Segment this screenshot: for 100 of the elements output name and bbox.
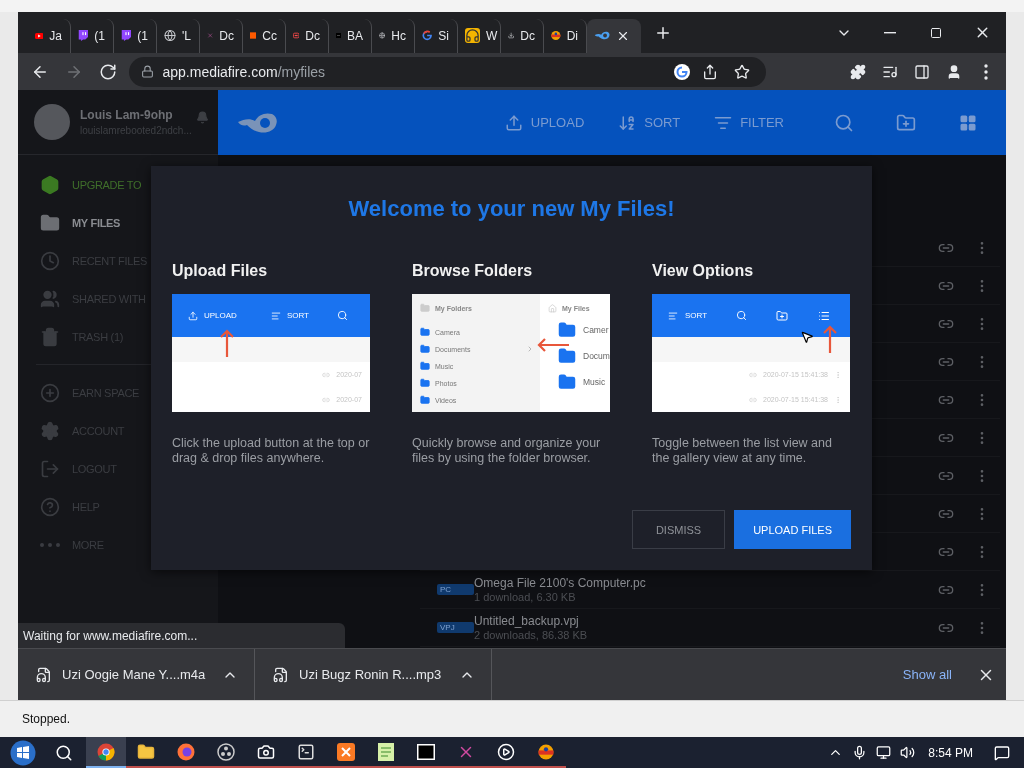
browser-tab[interactable]: Dc — [501, 18, 544, 53]
status-text: Stopped. — [22, 712, 71, 726]
browser-tab[interactable]: (1 — [114, 18, 157, 53]
play-icon — [497, 742, 515, 761]
sort-icon — [270, 310, 281, 321]
pointer-arrow — [536, 338, 570, 352]
windows-start-icon — [10, 739, 36, 766]
dismiss-button[interactable]: DISMISS — [631, 510, 726, 549]
sort-icon — [668, 310, 678, 321]
side-panel-icon — [914, 63, 930, 80]
address-bar[interactable]: app.mediafire.com/myfiles — [129, 56, 766, 87]
maximize-icon — [930, 26, 942, 39]
browser-tab[interactable] — [587, 18, 641, 53]
more-icon — [40, 543, 60, 547]
volume-icon[interactable] — [900, 745, 916, 760]
sidebar-item[interactable]: MY FILES — [18, 204, 218, 242]
feature-description: Click the upload button at the top or drag & drop files anywhere. — [172, 436, 370, 466]
file-meta: 1 download, 6.30 KB — [474, 591, 577, 603]
feature-description: Quickly browse and organize your files by using the folder browser. — [412, 436, 602, 466]
reload-icon — [98, 62, 117, 81]
sort-icon — [618, 113, 637, 132]
avatar — [34, 104, 70, 140]
search-icon — [834, 112, 854, 133]
headphones-icon — [465, 28, 480, 43]
search-icon — [55, 743, 73, 762]
lock-icon — [141, 65, 155, 78]
browser-tab[interactable]: (1 — [71, 18, 114, 53]
preview-label: SORT — [286, 311, 309, 320]
chat-icon — [121, 28, 132, 43]
notification-icon[interactable] — [994, 744, 1010, 761]
camera-icon — [257, 742, 275, 761]
pointer-arrow — [220, 328, 234, 358]
file-type-badge: PC — [437, 584, 474, 595]
hexagon-icon — [40, 175, 60, 195]
browser-tab[interactable]: W — [458, 18, 501, 53]
clock-icon — [40, 251, 60, 271]
preview-label: SORT — [685, 311, 708, 320]
dialog-title: Welcome to your new My Files! — [347, 196, 676, 222]
feature-heading: Browse Folders — [412, 262, 534, 280]
upload-icon — [504, 113, 523, 132]
browser-tab[interactable]: Hc — [372, 18, 415, 53]
upload-files-button[interactable]: UPLOAD FILES — [734, 510, 851, 549]
show-all-link[interactable]: Show all — [902, 667, 952, 682]
flame-logo — [594, 30, 610, 41]
search-icon — [337, 310, 348, 321]
link-icon — [322, 370, 331, 379]
feature-heading: View Options — [652, 262, 755, 280]
xampp-icon — [337, 742, 355, 761]
puzzle-icon — [850, 63, 866, 80]
share-icon — [702, 63, 718, 80]
g-logo-icon — [422, 28, 433, 43]
folder-icon — [558, 347, 576, 365]
clock-time[interactable]: 8:54 PM — [928, 745, 973, 760]
microphone-icon[interactable] — [852, 745, 868, 760]
chevron-icon — [526, 345, 534, 353]
preview-label: UPLOAD — [204, 311, 237, 320]
firefox-icon — [177, 742, 195, 761]
cursor-icon — [800, 330, 814, 344]
folder-icon — [420, 303, 430, 313]
plus-circle-icon — [40, 383, 60, 403]
browser-tab[interactable]: Ja — [28, 18, 71, 53]
feature-description: Toggle between the list view and the gallery view at any time. — [652, 436, 833, 466]
file-icon — [36, 666, 52, 683]
link-icon — [749, 395, 757, 404]
file-type-badge: VPJ — [437, 622, 474, 633]
file-name[interactable]: Omega File 2100's Computer.pc — [474, 576, 646, 590]
browser-tab[interactable]: Dc — [200, 18, 243, 53]
notepad-icon — [378, 742, 394, 761]
ball-icon — [538, 743, 554, 760]
person-icon — [946, 63, 962, 80]
g-logo-icon — [674, 63, 690, 80]
ball-icon — [551, 28, 561, 43]
folder-name: Camer — [583, 325, 609, 335]
folder-name: Music — [583, 377, 606, 387]
home-icon — [548, 303, 557, 313]
help-icon — [40, 497, 60, 517]
obs-icon — [217, 742, 235, 761]
folder-icon — [420, 344, 430, 354]
minimize-icon — [884, 31, 896, 34]
sidebar-item[interactable]: UPGRADE TO — [18, 166, 218, 204]
folder-icon — [137, 742, 155, 761]
feature-heading: Upload Files — [172, 262, 269, 280]
link-icon — [749, 370, 757, 379]
status-bubble: Waiting for www.mediafire.com... — [18, 623, 345, 648]
file-name[interactable]: Untitled_backup.vpj — [474, 614, 588, 628]
terminal-icon — [297, 742, 315, 761]
browser-tab[interactable]: Dc — [286, 18, 329, 53]
browser-tab[interactable]: 'L — [157, 18, 200, 53]
more-icon — [834, 370, 842, 379]
browser-tab[interactable]: BA — [329, 18, 372, 53]
grid-icon — [959, 113, 977, 132]
user-name: Louis Lam-9ohp — [80, 108, 174, 122]
upload-icon — [188, 310, 198, 321]
browser-tab[interactable]: Si — [415, 18, 458, 53]
folder-plus-icon — [776, 309, 789, 322]
folder-icon — [40, 213, 60, 233]
folder-icon — [420, 327, 430, 337]
chat-icon — [78, 28, 89, 43]
browser-tab[interactable]: Cc — [243, 18, 286, 53]
folder-icon — [420, 361, 430, 371]
